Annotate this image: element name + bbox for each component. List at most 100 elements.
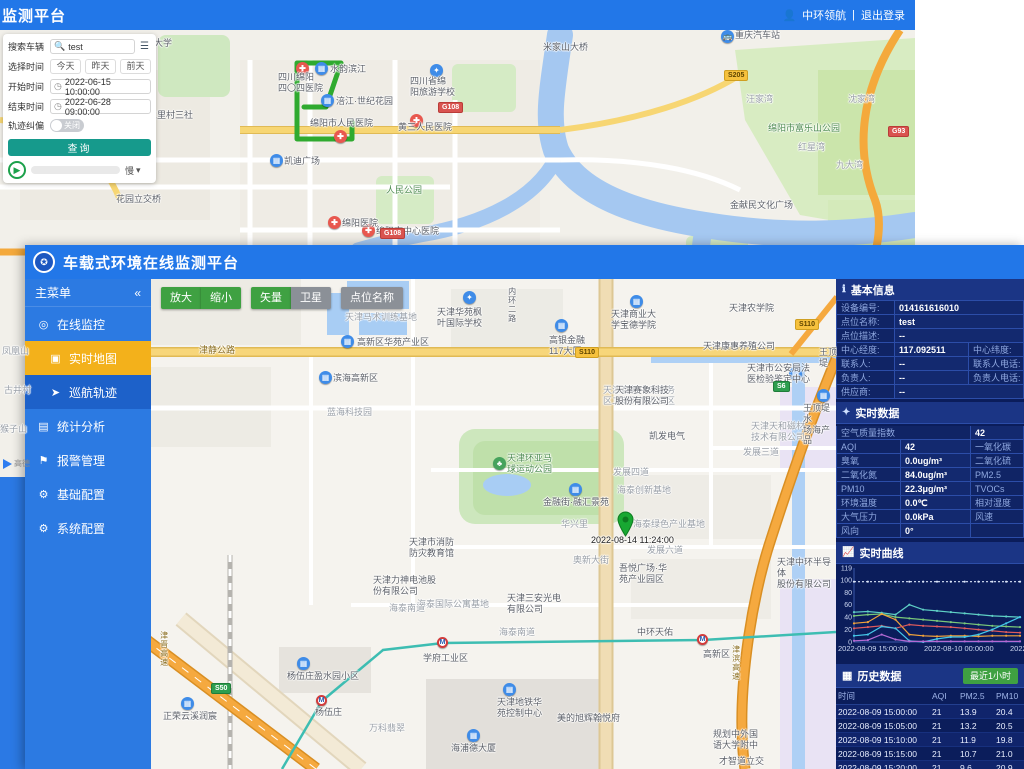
poi-icon: ♣ xyxy=(493,457,506,470)
sidebar-item-label: 统计分析 xyxy=(57,418,105,435)
info-cell: 负责人电话: xyxy=(969,371,1024,385)
map-canvas[interactable]: 放大缩小矢量卫星点位名称 天津马术训练基地天津华苑枫 叶国际学校内环二路高新区华… xyxy=(151,279,837,769)
username[interactable]: 中环领航 xyxy=(802,7,846,23)
playback-slider[interactable] xyxy=(31,166,120,174)
sidebar-item-icon: ➤ xyxy=(49,386,62,399)
poi-icon: ✦ xyxy=(463,291,476,304)
sidebar-item[interactable]: ⚙ 基础配置 xyxy=(25,477,151,511)
sidebar-item[interactable]: ▣ 实时地图 xyxy=(25,341,151,375)
sidebar-item-icon: ⚙ xyxy=(37,488,50,501)
start-time-input[interactable]: ◷ 2022-06-15 10:00:00 xyxy=(50,79,151,94)
map-label: 金融街·融汇景苑 xyxy=(543,497,609,508)
map-button[interactable]: 缩小 xyxy=(201,287,241,309)
map-label: 津滨高速 xyxy=(731,645,741,681)
sidebar-item[interactable]: ▤ 统计分析 xyxy=(25,409,151,443)
sidebar-item[interactable]: ⚙ 系统配置 xyxy=(25,511,151,545)
map-label: 水韵滨江 xyxy=(330,64,366,75)
desktop-strip xyxy=(0,477,25,769)
sidebar-item[interactable]: ⚑ 报警管理 xyxy=(25,443,151,477)
info-cell: 点位描述: xyxy=(837,329,895,343)
sidebar-item[interactable]: ◎ 在线监控 xyxy=(25,307,151,341)
correction-toggle[interactable]: 关闭 xyxy=(50,119,84,132)
info-cell: 117.092511 xyxy=(895,343,969,357)
collapse-icon[interactable]: « xyxy=(134,286,141,300)
poi-icon: ▦ xyxy=(181,697,194,710)
realtime-cell: 臭氧 xyxy=(837,454,901,468)
logout-link[interactable]: 退出登录 xyxy=(861,7,905,23)
realtime-cell: PM10 xyxy=(837,482,901,496)
day-button[interactable]: 今天 xyxy=(50,59,81,74)
map-label: 正荣云溪润宸 xyxy=(163,711,217,722)
road-badge: S6 xyxy=(773,381,790,392)
map-label: 黄三人民医院 xyxy=(398,122,452,133)
map-graphics xyxy=(151,279,837,769)
sidebar-item-label: 实时地图 xyxy=(69,350,117,367)
sidebar-item-icon: ⚙ xyxy=(37,522,50,535)
search-icon: 🔍 xyxy=(54,41,65,52)
poi-icon: ▦ xyxy=(503,683,516,696)
map-label: 津晋高速 xyxy=(159,631,169,667)
range-button[interactable]: 最近1小时 xyxy=(963,668,1018,684)
clock-icon: ◷ xyxy=(54,101,62,112)
map-label: 天津赛象科技 股份有限公司 xyxy=(615,385,669,407)
app-logo: ✪ xyxy=(33,251,55,273)
road-badge: G108 xyxy=(438,102,463,113)
poi-icon: ▦ xyxy=(321,94,334,107)
realtime-cell: 0.0℃ xyxy=(901,496,971,510)
poi-icon: ▦ xyxy=(319,371,332,384)
chart-x-labels: 2022-08-09 15:00:00 2022-08-10 00:00:00 … xyxy=(836,644,1024,653)
poi-icon: ▦ xyxy=(630,295,643,308)
realtime-cell: 空气质量指数 xyxy=(837,426,971,440)
bg-page-title: 监测平台 xyxy=(2,5,66,26)
info-cell: test xyxy=(895,315,1024,329)
map-label: 四川省绵 阳旅游学校 xyxy=(410,76,455,98)
map-label: 杨伍庄盈水园小区 xyxy=(287,671,359,682)
poi-icon: M xyxy=(316,695,327,706)
speed-select[interactable]: 慢 ▾ xyxy=(125,164,151,177)
realtime-data-header: ✦ 实时数据 xyxy=(836,402,1024,424)
col-aqi: AQI xyxy=(930,688,958,705)
start-time-value: 2022-06-15 10:00:00 xyxy=(65,77,147,97)
map-label: 规划中外国 语大学附中 xyxy=(713,729,758,751)
map-label: 海泰绿色产业基地 xyxy=(633,519,705,530)
realtime-cell: 大气压力 xyxy=(837,510,901,524)
search-panel: 搜索车辆 🔍 test ☰ 选择时间 今天昨天前天 开始时间 ◷ 2022-06… xyxy=(3,34,156,183)
map-label: 发展六道 xyxy=(647,545,683,556)
play-button[interactable]: ▶ xyxy=(8,161,26,179)
map-button[interactable]: 放大 xyxy=(161,287,201,309)
map-label: 绵阳市富乐山公园 xyxy=(768,123,840,134)
realtime-cell: 一氧化碳 xyxy=(971,440,1024,454)
map-label: 涪江·世纪花园 xyxy=(336,96,393,107)
query-button[interactable]: 查询 xyxy=(8,139,151,156)
col-pm25: PM2.5 xyxy=(958,688,994,705)
map-label: 内环二路 xyxy=(507,287,517,323)
map-label: 四川绵阳 四〇四医院 xyxy=(278,72,323,94)
map-label: 蓝海科技园 xyxy=(327,407,372,418)
map-label: 天津商业大 学宝德学院 xyxy=(611,309,656,331)
road-badge: G108 xyxy=(380,228,405,239)
map-label: 绵阳市人民医院 xyxy=(310,118,373,129)
sidebar-item-label: 报警管理 xyxy=(57,452,105,469)
road-badge: G93 xyxy=(888,126,909,137)
map-label: 杨伍庄 xyxy=(315,707,342,718)
sidebar-item[interactable]: ➤ 巡航轨迹 xyxy=(25,375,151,409)
day-button[interactable]: 昨天 xyxy=(85,59,116,74)
realtime-cell: 二氧化硫 xyxy=(971,454,1024,468)
realtime-cell: 风速 xyxy=(971,510,1024,524)
end-time-input[interactable]: ◷ 2022-06-28 09:00:00 xyxy=(50,99,151,114)
realtime-cell: 二氧化氮 xyxy=(837,468,901,482)
map-label: 美的旭辉翰悦府 xyxy=(557,713,620,724)
map-button[interactable]: 卫星 xyxy=(291,287,331,309)
map-zoom-controls: 放大缩小矢量卫星点位名称 xyxy=(161,287,403,309)
poi-icon: M xyxy=(437,637,448,648)
vehicle-search-input[interactable]: 🔍 test xyxy=(50,39,135,54)
sidebar-item-label: 系统配置 xyxy=(57,520,105,537)
chevron-down-icon: ▾ xyxy=(136,165,141,176)
poi-icon: ✚ xyxy=(334,130,347,143)
map-button[interactable]: 点位名称 xyxy=(341,287,403,309)
history-row: 2022-08-09 15:10:002111.919.8 xyxy=(836,733,1024,747)
map-button[interactable]: 矢量 xyxy=(251,287,291,309)
vehicle-list-button[interactable]: ☰ xyxy=(138,40,151,53)
day-button[interactable]: 前天 xyxy=(120,59,151,74)
map-label: 米家山大桥 xyxy=(543,42,588,53)
